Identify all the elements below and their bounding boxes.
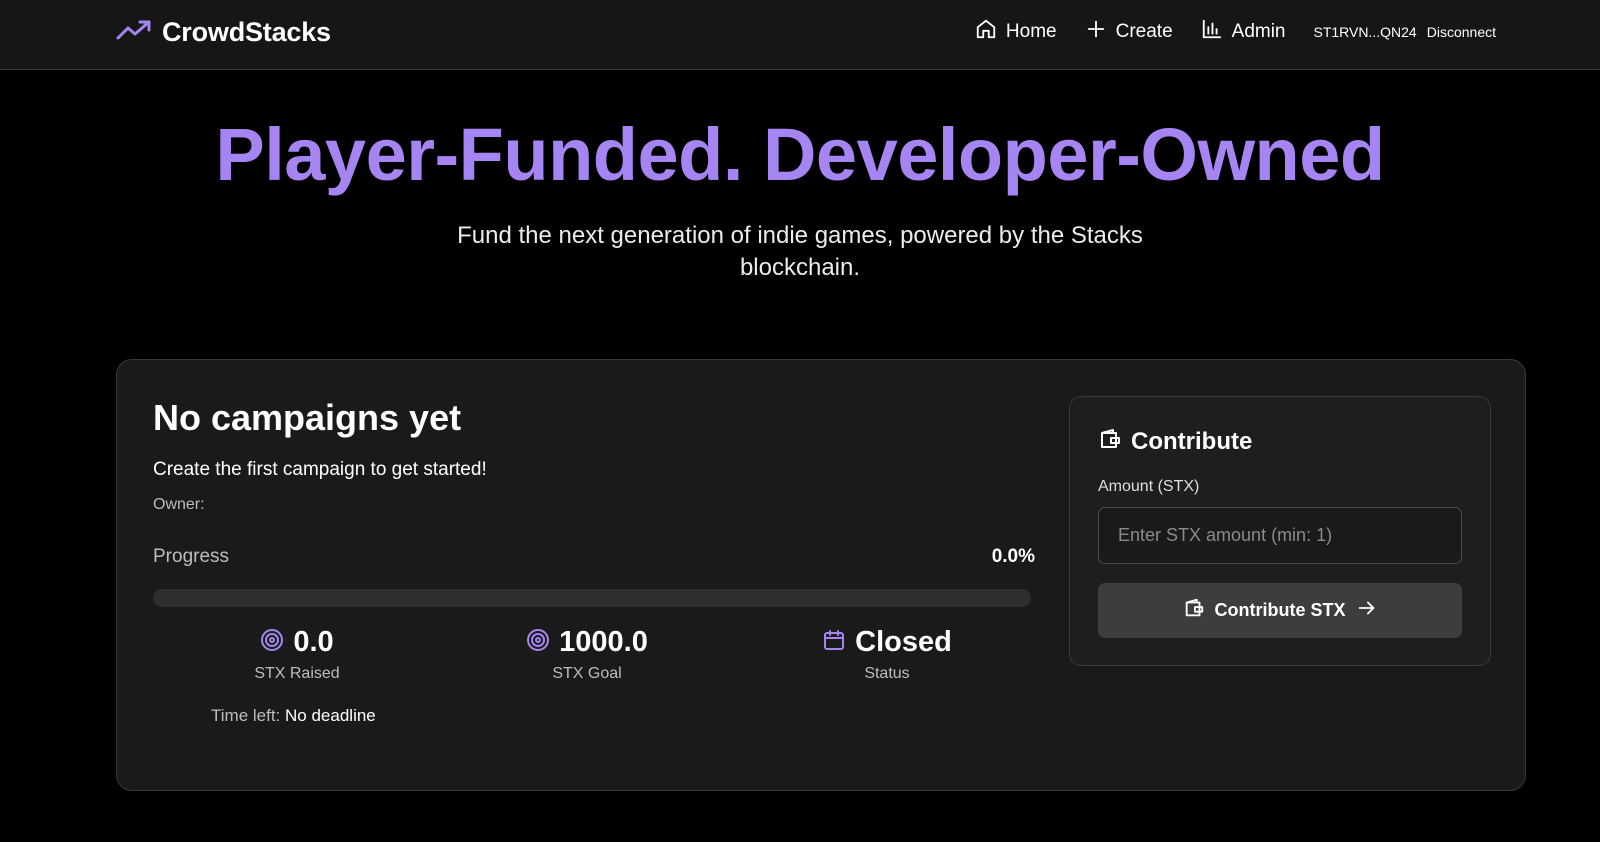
contribute-header: Contribute <box>1098 427 1252 456</box>
time-left-value: No deadline <box>285 706 376 725</box>
stat-status: Closed Status <box>817 626 957 683</box>
stat-goal-label: STX Goal <box>552 665 622 682</box>
time-left: Time left: No deadline <box>211 706 376 726</box>
progress-percent: 0.0% <box>991 546 1035 567</box>
nav-admin[interactable]: Admin <box>1201 18 1286 46</box>
contribute-button[interactable]: Contribute STX <box>1098 583 1462 638</box>
calendar-icon <box>822 628 846 657</box>
stat-status-label: Status <box>864 665 910 682</box>
campaign-card: No campaigns yet Create the first campai… <box>116 359 1526 791</box>
contribute-title: Contribute <box>1131 427 1253 455</box>
stat-status-value: Closed <box>855 626 952 658</box>
amount-label: Amount (STX) <box>1098 478 1200 495</box>
arrow-right-icon <box>1356 597 1378 624</box>
stat-raised-label: STX Raised <box>254 665 340 682</box>
target-icon <box>260 628 284 657</box>
hero-title: Player-Funded. Developer-Owned <box>215 113 1385 196</box>
stat-goal: 1000.0 STX Goal <box>517 626 657 683</box>
target-icon <box>526 628 550 657</box>
hero-subtitle: Fund the next generation of indie games,… <box>457 222 1143 281</box>
wallet-icon <box>1098 427 1122 456</box>
stat-goal-value: 1000.0 <box>559 626 648 658</box>
progress-bar <box>153 589 1031 607</box>
nav-admin-label: Admin <box>1231 21 1286 42</box>
nav-home-label: Home <box>1005 21 1057 42</box>
main-nav: Home Create Admin ST1RVN...QN24 Disconne… <box>975 16 1496 48</box>
progress-label: Progress <box>153 546 230 567</box>
top-navbar: CrowdStacks Home Create Admin ST1RVN...Q… <box>0 0 1600 70</box>
wallet-icon <box>1183 597 1205 624</box>
plus-icon <box>1085 18 1107 46</box>
campaign-description: Create the first campaign to get started… <box>153 459 487 480</box>
bar-chart-icon <box>1201 18 1223 46</box>
time-left-label: Time left: <box>211 706 281 725</box>
nav-home[interactable]: Home <box>975 18 1057 46</box>
stat-raised-value: 0.0 <box>293 626 334 658</box>
nav-create-label: Create <box>1115 21 1173 42</box>
campaign-owner: Owner: <box>153 496 205 513</box>
nav-create[interactable]: Create <box>1085 18 1173 46</box>
amount-input[interactable] <box>1098 507 1462 564</box>
stat-raised: 0.0 STX Raised <box>237 626 357 683</box>
trending-up-icon <box>116 18 152 47</box>
disconnect-button[interactable]: Disconnect <box>1427 24 1496 40</box>
brand-logo[interactable]: CrowdStacks <box>116 14 331 50</box>
brand-name: CrowdStacks <box>162 16 331 47</box>
campaign-title: No campaigns yet <box>153 397 462 438</box>
home-icon <box>975 18 997 46</box>
contribute-button-label: Contribute STX <box>1214 600 1346 620</box>
wallet-address: ST1RVN...QN24 <box>1313 24 1417 40</box>
contribute-panel: Contribute Amount (STX) Contribute STX <box>1069 396 1491 666</box>
